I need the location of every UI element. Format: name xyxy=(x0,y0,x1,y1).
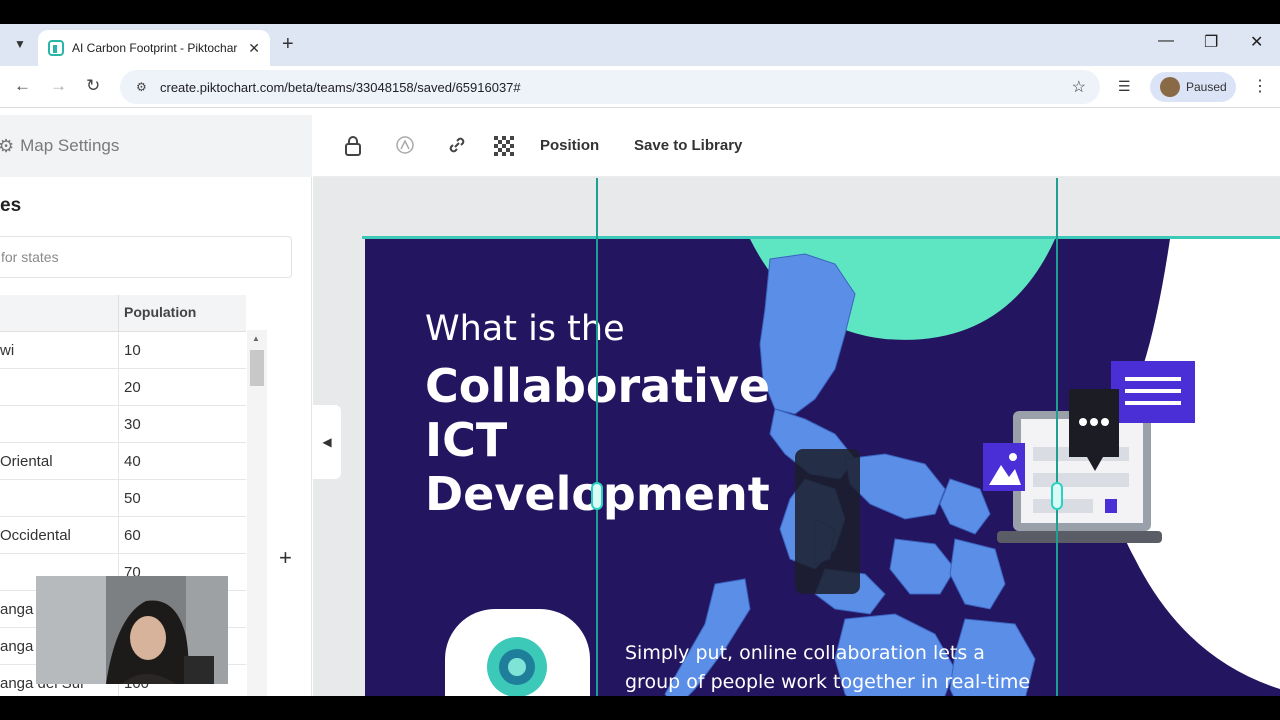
population-value[interactable]: 10 xyxy=(124,342,141,359)
tab-title: AI Carbon Footprint - Piktochar xyxy=(72,41,238,55)
piktochart-favicon-icon xyxy=(48,40,64,56)
table-row[interactable]: Oriental 40 xyxy=(0,443,246,480)
gear-icon: ⚙ xyxy=(0,135,15,156)
browser-toolbar: ← → ↻ ⚙ create.piktochart.com/beta/teams… xyxy=(0,66,1280,108)
population-value[interactable]: 30 xyxy=(124,416,141,433)
address-bar[interactable]: ⚙ create.piktochart.com/beta/teams/33048… xyxy=(120,70,1100,104)
webcam-person-image xyxy=(36,576,228,684)
restore-icon[interactable]: ❐ xyxy=(1204,32,1218,52)
link-icon[interactable] xyxy=(447,135,467,155)
column-divider xyxy=(118,295,119,332)
resize-handle-right[interactable] xyxy=(1051,482,1063,510)
panel-title: Map Settings xyxy=(20,136,120,155)
population-column-header: Population xyxy=(124,304,197,320)
bookmark-star-icon[interactable]: ☆ xyxy=(1072,77,1086,97)
panel-header: ⚙ Map Settings xyxy=(0,115,312,177)
media-controls-icon[interactable]: ☰ xyxy=(1118,78,1131,95)
table-row[interactable]: 20 xyxy=(0,369,246,406)
table-row[interactable]: wi 10 xyxy=(0,332,246,369)
infographic-slide[interactable]: What is the Collaborative ICT Developmen… xyxy=(365,239,1280,696)
state-name[interactable]: Oriental xyxy=(0,453,53,470)
scroll-thumb[interactable] xyxy=(250,350,264,386)
table-header: Population xyxy=(0,295,246,332)
alignment-guide[interactable] xyxy=(596,178,598,696)
table-scrollbar[interactable]: ▲ xyxy=(247,330,267,696)
back-icon[interactable]: ← xyxy=(14,76,31,96)
state-name[interactable]: anga xyxy=(0,601,33,618)
avatar xyxy=(1160,77,1180,97)
url-text: create.piktochart.com/beta/teams/3304815… xyxy=(160,79,521,95)
position-button[interactable]: Position xyxy=(540,137,599,154)
states-heading: es xyxy=(0,195,22,216)
site-info-icon[interactable]: ⚙ xyxy=(136,80,150,94)
resize-handle-left[interactable] xyxy=(591,482,603,510)
tab-search-chevron-icon[interactable]: ▼ xyxy=(8,32,32,56)
caret-left-icon: ◀ xyxy=(322,435,332,449)
population-value[interactable]: 20 xyxy=(124,379,141,396)
slide-subtitle[interactable]: What is the xyxy=(425,309,625,349)
alignment-guide[interactable] xyxy=(1056,178,1058,696)
element-toolbar: Position Save to Library xyxy=(313,115,1280,177)
state-name[interactable]: Occidental xyxy=(0,527,71,544)
profile-status: Paused xyxy=(1186,80,1227,94)
save-to-library-button[interactable]: Save to Library xyxy=(634,137,742,154)
forward-icon[interactable]: → xyxy=(50,76,67,96)
minimize-icon[interactable]: — xyxy=(1158,32,1174,50)
transparency-icon[interactable] xyxy=(493,135,515,157)
close-tab-icon[interactable]: ✕ xyxy=(248,40,260,57)
table-row[interactable]: Occidental 60 xyxy=(0,517,246,554)
tab-strip: ▼ AI Carbon Footprint - Piktochar ✕ + — … xyxy=(0,24,1280,66)
states-search[interactable] xyxy=(0,236,292,278)
population-value[interactable]: 50 xyxy=(124,490,141,507)
new-tab-icon[interactable]: + xyxy=(282,33,294,56)
population-value[interactable]: 60 xyxy=(124,527,141,544)
state-name[interactable]: anga xyxy=(0,638,33,655)
close-window-icon[interactable]: ✕ xyxy=(1250,32,1263,52)
scroll-up-icon[interactable]: ▲ xyxy=(252,334,260,343)
table-row[interactable]: 50 xyxy=(0,480,246,517)
collapse-panel-button[interactable]: ◀ xyxy=(313,405,341,479)
state-name[interactable]: wi xyxy=(0,342,14,359)
table-row[interactable]: 30 xyxy=(0,406,246,443)
search-input[interactable] xyxy=(1,249,281,265)
slide-body-text[interactable]: Simply put, online collaboration lets a … xyxy=(625,639,1045,696)
webcam-overlay xyxy=(36,576,228,684)
reload-icon[interactable]: ↻ xyxy=(86,76,100,96)
browser-window: ▼ AI Carbon Footprint - Piktochar ✕ + — … xyxy=(0,24,1280,696)
browser-menu-icon[interactable]: ⋮ xyxy=(1252,76,1268,96)
active-tab[interactable]: AI Carbon Footprint - Piktochar ✕ xyxy=(38,30,270,66)
animation-icon[interactable] xyxy=(395,135,415,155)
add-row-button[interactable]: + xyxy=(279,545,292,571)
video-frame: ▼ AI Carbon Footprint - Piktochar ✕ + — … xyxy=(0,0,1280,720)
lock-icon[interactable] xyxy=(343,135,363,157)
population-value[interactable]: 40 xyxy=(124,453,141,470)
profile-button[interactable]: Paused xyxy=(1150,72,1236,102)
